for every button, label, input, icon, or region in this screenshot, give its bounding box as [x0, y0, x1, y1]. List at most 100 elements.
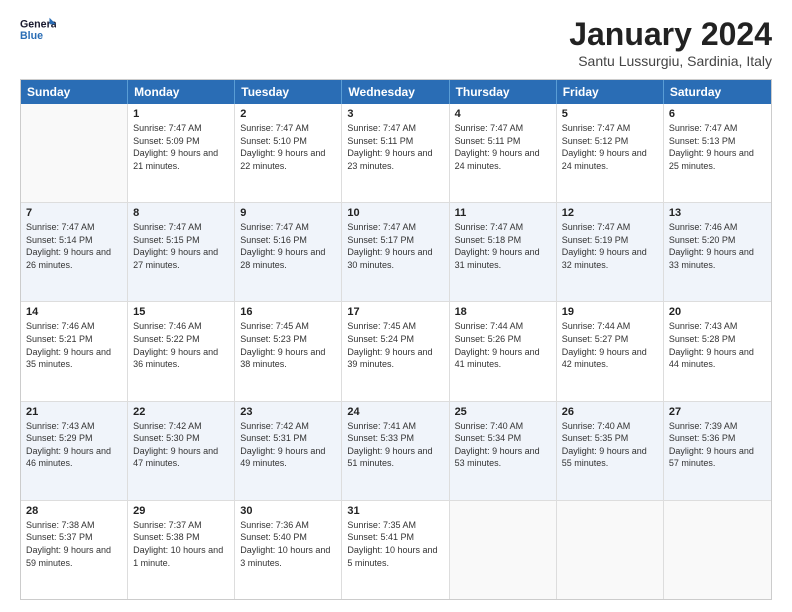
calendar-cell-w1-d2: 1 Sunrise: 7:47 AMSunset: 5:09 PMDaylight… [128, 104, 235, 202]
day-info: Sunrise: 7:47 AMSunset: 5:15 PMDaylight:… [133, 221, 229, 271]
svg-text:Blue: Blue [20, 30, 43, 42]
day-number: 28 [26, 505, 122, 517]
day-number: 1 [133, 108, 229, 120]
calendar-cell-w4-d4: 24 Sunrise: 7:41 AMSunset: 5:33 PMDayligh… [342, 402, 449, 500]
day-number: 12 [562, 207, 658, 219]
logo: General Blue [20, 16, 56, 44]
calendar-cell-w5-d7 [664, 501, 771, 599]
calendar-cell-w2-d1: 7 Sunrise: 7:47 AMSunset: 5:14 PMDaylight… [21, 203, 128, 301]
calendar-cell-w1-d6: 5Sunrise: 7:47 AMSunset: 5:12 PMDaylight… [557, 104, 664, 202]
day-info: Sunrise: 7:44 AMSunset: 5:27 PMDaylight:… [562, 320, 658, 370]
day-number: 18 [455, 306, 551, 318]
day-info: Sunrise: 7:47 AMSunset: 5:16 PMDaylight:… [240, 221, 336, 271]
day-number: 5 [562, 108, 658, 120]
day-info: Sunrise: 7:47 AMSunset: 5:18 PMDaylight:… [455, 221, 551, 271]
header-tuesday: Tuesday [235, 80, 342, 104]
day-number: 26 [562, 406, 658, 418]
calendar-cell-w3-d1: 14 Sunrise: 7:46 AMSunset: 5:21 PMDayligh… [21, 302, 128, 400]
calendar-cell-w4-d6: 26Sunrise: 7:40 AMSunset: 5:35 PMDayligh… [557, 402, 664, 500]
header: General Blue January 2024 Santu Lussurgi… [20, 16, 772, 69]
calendar-cell-w2-d4: 10Sunrise: 7:47 AMSunset: 5:17 PMDayligh… [342, 203, 449, 301]
page: General Blue January 2024 Santu Lussurgi… [0, 0, 792, 612]
month-title: January 2024 [569, 16, 772, 53]
day-info: Sunrise: 7:42 AMSunset: 5:31 PMDaylight:… [240, 420, 336, 470]
calendar-cell-w4-d7: 27 Sunrise: 7:39 AMSunset: 5:36 PMDayligh… [664, 402, 771, 500]
day-info: Sunrise: 7:47 AMSunset: 5:09 PMDaylight:… [133, 122, 229, 172]
day-number: 17 [347, 306, 443, 318]
calendar-cell-w5-d5 [450, 501, 557, 599]
calendar-cell-w3-d2: 15 Sunrise: 7:46 AMSunset: 5:22 PMDayligh… [128, 302, 235, 400]
calendar-cell-w1-d5: 4 Sunrise: 7:47 AMSunset: 5:11 PMDaylight… [450, 104, 557, 202]
day-number: 7 [26, 207, 122, 219]
day-number: 25 [455, 406, 551, 418]
day-info: Sunrise: 7:47 AMSunset: 5:11 PMDaylight:… [455, 122, 551, 172]
day-number: 9 [240, 207, 336, 219]
header-saturday: Saturday [664, 80, 771, 104]
day-number: 13 [669, 207, 766, 219]
day-number: 29 [133, 505, 229, 517]
day-number: 30 [240, 505, 336, 517]
day-info: Sunrise: 7:37 AMSunset: 5:38 PMDaylight:… [133, 519, 229, 569]
logo-icon: General Blue [20, 16, 56, 44]
day-number: 10 [347, 207, 443, 219]
header-friday: Friday [557, 80, 664, 104]
day-info: Sunrise: 7:46 AMSunset: 5:22 PMDaylight:… [133, 320, 229, 370]
calendar-cell-w2-d2: 8 Sunrise: 7:47 AMSunset: 5:15 PMDaylight… [128, 203, 235, 301]
calendar-cell-w1-d4: 3 Sunrise: 7:47 AMSunset: 5:11 PMDaylight… [342, 104, 449, 202]
day-info: Sunrise: 7:47 AMSunset: 5:19 PMDaylight:… [562, 221, 658, 271]
day-info: Sunrise: 7:47 AMSunset: 5:10 PMDaylight:… [240, 122, 336, 172]
calendar-body: 1 Sunrise: 7:47 AMSunset: 5:09 PMDaylight… [21, 104, 771, 599]
day-info: Sunrise: 7:47 AMSunset: 5:13 PMDaylight:… [669, 122, 766, 172]
day-info: Sunrise: 7:36 AMSunset: 5:40 PMDaylight:… [240, 519, 336, 569]
calendar-week-5: 28Sunrise: 7:38 AMSunset: 5:37 PMDayligh… [21, 501, 771, 599]
day-info: Sunrise: 7:47 AMSunset: 5:11 PMDaylight:… [347, 122, 443, 172]
day-info: Sunrise: 7:43 AMSunset: 5:29 PMDaylight:… [26, 420, 122, 470]
calendar-cell-w5-d3: 30 Sunrise: 7:36 AMSunset: 5:40 PMDayligh… [235, 501, 342, 599]
day-number: 6 [669, 108, 766, 120]
calendar-cell-w2-d7: 13Sunrise: 7:46 AMSunset: 5:20 PMDayligh… [664, 203, 771, 301]
day-number: 24 [347, 406, 443, 418]
day-number: 14 [26, 306, 122, 318]
day-info: Sunrise: 7:35 AMSunset: 5:41 PMDaylight:… [347, 519, 443, 569]
day-info: Sunrise: 7:42 AMSunset: 5:30 PMDaylight:… [133, 420, 229, 470]
calendar-cell-w4-d2: 22 Sunrise: 7:42 AMSunset: 5:30 PMDayligh… [128, 402, 235, 500]
day-number: 8 [133, 207, 229, 219]
calendar-cell-w4-d3: 23 Sunrise: 7:42 AMSunset: 5:31 PMDayligh… [235, 402, 342, 500]
calendar-cell-w4-d1: 21 Sunrise: 7:43 AMSunset: 5:29 PMDayligh… [21, 402, 128, 500]
day-number: 4 [455, 108, 551, 120]
day-number: 22 [133, 406, 229, 418]
day-number: 31 [347, 505, 443, 517]
calendar-cell-w5-d2: 29 Sunrise: 7:37 AMSunset: 5:38 PMDayligh… [128, 501, 235, 599]
day-number: 16 [240, 306, 336, 318]
calendar-header: Sunday Monday Tuesday Wednesday Thursday… [21, 80, 771, 104]
calendar-cell-w4-d5: 25 Sunrise: 7:40 AMSunset: 5:34 PMDayligh… [450, 402, 557, 500]
calendar-week-1: 1 Sunrise: 7:47 AMSunset: 5:09 PMDaylight… [21, 104, 771, 203]
calendar-week-4: 21 Sunrise: 7:43 AMSunset: 5:29 PMDayligh… [21, 402, 771, 501]
day-info: Sunrise: 7:40 AMSunset: 5:34 PMDaylight:… [455, 420, 551, 470]
day-number: 20 [669, 306, 766, 318]
day-info: Sunrise: 7:47 AMSunset: 5:14 PMDaylight:… [26, 221, 122, 271]
day-info: Sunrise: 7:41 AMSunset: 5:33 PMDaylight:… [347, 420, 443, 470]
day-number: 3 [347, 108, 443, 120]
day-info: Sunrise: 7:46 AMSunset: 5:21 PMDaylight:… [26, 320, 122, 370]
calendar-week-2: 7 Sunrise: 7:47 AMSunset: 5:14 PMDaylight… [21, 203, 771, 302]
header-wednesday: Wednesday [342, 80, 449, 104]
calendar: Sunday Monday Tuesday Wednesday Thursday… [20, 79, 772, 600]
calendar-cell-w3-d4: 17 Sunrise: 7:45 AMSunset: 5:24 PMDayligh… [342, 302, 449, 400]
day-number: 15 [133, 306, 229, 318]
calendar-cell-w1-d7: 6 Sunrise: 7:47 AMSunset: 5:13 PMDaylight… [664, 104, 771, 202]
header-monday: Monday [128, 80, 235, 104]
calendar-cell-w5-d1: 28Sunrise: 7:38 AMSunset: 5:37 PMDayligh… [21, 501, 128, 599]
calendar-cell-w5-d4: 31 Sunrise: 7:35 AMSunset: 5:41 PMDayligh… [342, 501, 449, 599]
calendar-cell-w2-d6: 12 Sunrise: 7:47 AMSunset: 5:19 PMDayligh… [557, 203, 664, 301]
day-info: Sunrise: 7:39 AMSunset: 5:36 PMDaylight:… [669, 420, 766, 470]
header-thursday: Thursday [450, 80, 557, 104]
day-number: 23 [240, 406, 336, 418]
header-sunday: Sunday [21, 80, 128, 104]
calendar-cell-w1-d3: 2Sunrise: 7:47 AMSunset: 5:10 PMDaylight… [235, 104, 342, 202]
day-number: 27 [669, 406, 766, 418]
calendar-week-3: 14 Sunrise: 7:46 AMSunset: 5:21 PMDayligh… [21, 302, 771, 401]
day-number: 21 [26, 406, 122, 418]
calendar-cell-w3-d5: 18Sunrise: 7:44 AMSunset: 5:26 PMDayligh… [450, 302, 557, 400]
day-info: Sunrise: 7:45 AMSunset: 5:24 PMDaylight:… [347, 320, 443, 370]
